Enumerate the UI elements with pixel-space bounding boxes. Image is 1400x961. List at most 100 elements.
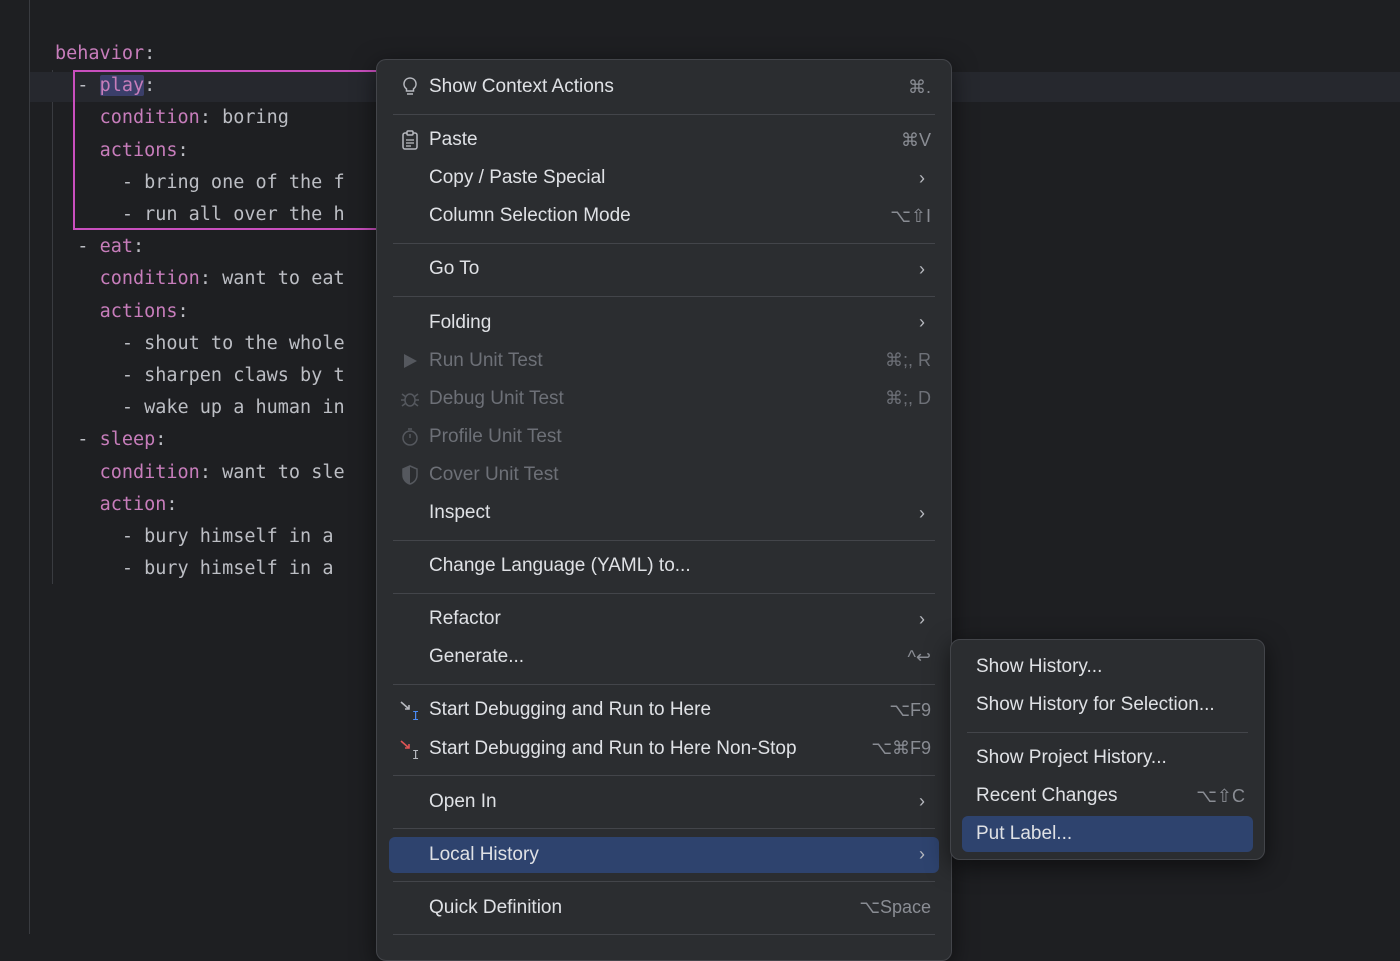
code-line[interactable]: behavior: (55, 38, 155, 70)
chevron-right-icon: › (919, 844, 925, 865)
chevron-right-icon: › (919, 502, 925, 523)
yaml-key: condition (99, 268, 200, 290)
colon: : (132, 236, 145, 258)
yaml-key: condition (99, 107, 200, 129)
chevron-right-icon: › (919, 608, 925, 629)
yaml-value: want to sle (210, 461, 345, 483)
yaml-value: shout to the whole (144, 332, 345, 354)
menu-item-label: Open In (429, 790, 497, 812)
svg-text:I: I (412, 709, 419, 721)
code-line[interactable]: action: (55, 489, 178, 521)
code-line[interactable]: condition: want to eat (55, 263, 345, 295)
menu-item-generate[interactable]: Generate... ^↩ (389, 639, 939, 675)
submenu-item-label: Show History for Selection... (976, 694, 1215, 716)
yaml-value: run all over the h (144, 204, 345, 225)
menu-item-start-debugging-and-run-to-here-non-stop[interactable]: I Start Debugging and Run to Here Non-Sto… (389, 731, 939, 767)
menu-item-start-debugging-and-run-to-here[interactable]: I Start Debugging and Run to Here ⌥F9 (389, 692, 939, 728)
submenu-item-put-label[interactable]: Put Label... (962, 816, 1253, 853)
menu-item-label: Start Debugging and Run to Here (429, 699, 712, 721)
yaml-key: actions (99, 139, 178, 161)
yaml-key: action (99, 493, 167, 515)
code-line[interactable]: - bury himself in a (55, 553, 334, 585)
yaml-key: sleep (99, 429, 156, 451)
menu-item-label: Start Debugging and Run to Here Non-Stop (429, 737, 797, 759)
menu-item-column-selection-mode[interactable]: Column Selection Mode ⌥⇧I (389, 198, 939, 234)
menu-item-run-unit-test: Run Unit Test ⌘;, R (389, 343, 939, 379)
colon: : (199, 461, 211, 483)
menu-item-quick-definition[interactable]: Quick Definition ⌥Space (389, 890, 939, 926)
code-line[interactable]: - shout to the whole (55, 328, 345, 360)
menu-item-local-history[interactable]: Local History › (389, 836, 939, 873)
chevron-right-icon: › (919, 167, 925, 188)
colon: : (144, 75, 156, 97)
colon: : (155, 429, 167, 451)
yaml-key: actions (99, 300, 178, 322)
menu-item-show-context-actions[interactable]: Show Context Actions ⌘. (389, 69, 939, 105)
clipboard-icon (399, 122, 421, 158)
submenu-item-label: Show History... (976, 656, 1103, 677)
list-dash: - (121, 526, 145, 547)
list-dash: - (121, 171, 145, 193)
local-history-submenu: Show History... Show History for Selectio… (950, 639, 1265, 860)
code-line[interactable]: actions: (55, 135, 189, 167)
run-to-cursor-nonstop-icon: I (399, 731, 421, 767)
menu-item-label: Run Unit Test (429, 349, 543, 371)
code-line[interactable]: condition: want to sle (55, 457, 345, 489)
code-line[interactable]: condition: boring (55, 102, 289, 134)
submenu-item-label: Put Label... (976, 823, 1073, 845)
menu-separator (393, 881, 935, 883)
menu-item-label: Debug Unit Test (429, 387, 564, 409)
submenu-item-show-history[interactable]: Show History... (962, 649, 1253, 685)
submenu-item-recent-changes[interactable]: Recent Changes ⌥⇧C (962, 778, 1253, 814)
menu-item-change-language-yaml-to[interactable]: Change Language (YAML) to... (389, 548, 939, 584)
submenu-item-show-project-history[interactable]: Show Project History... (962, 740, 1253, 776)
code-line[interactable]: - bury himself in a (55, 521, 334, 553)
code-line[interactable]: - run all over the h (55, 199, 345, 231)
run-icon (399, 343, 421, 379)
menu-item-label: Column Selection Mode (429, 205, 631, 227)
menu-item-label: Quick Definition (429, 896, 563, 918)
list-dash: - (121, 204, 145, 225)
menu-item-refactor[interactable]: Refactor › (389, 601, 939, 637)
lightbulb-icon (399, 69, 421, 105)
code-line[interactable]: - bring one of the f (55, 167, 345, 199)
menu-item-folding[interactable]: Folding › (389, 305, 939, 341)
submenu-item-show-history-for-selection[interactable]: Show History for Selection... (962, 687, 1253, 723)
colon: : (166, 493, 178, 515)
code-line[interactable]: - wake up a human in (55, 392, 345, 424)
code-line[interactable]: - play: (55, 70, 155, 102)
menu-item-go-to[interactable]: Go To › (389, 251, 939, 287)
run-to-cursor-icon: I (399, 692, 421, 728)
menu-item-open-in[interactable]: Open In › (389, 784, 939, 820)
menu-item-paste[interactable]: Paste ⌘V (389, 122, 939, 158)
colon: : (177, 300, 189, 322)
shortcut-hint: ⌘V (900, 129, 931, 150)
stopwatch-icon (399, 419, 421, 455)
menu-item-label: Folding (429, 311, 492, 333)
menu-item-inspect[interactable]: Inspect › (389, 495, 939, 531)
yaml-value: wake up a human in (144, 397, 345, 419)
menu-item-copy-paste-special[interactable]: Copy / Paste Special › (389, 160, 939, 196)
code-line[interactable]: - eat: (55, 231, 144, 263)
svg-text:I: I (412, 748, 419, 760)
shortcut-hint: ⌥⇧C (1196, 785, 1245, 806)
yaml-value: want to eat (210, 268, 345, 290)
menu-separator (393, 592, 935, 594)
list-dash: - (121, 397, 145, 419)
colon: : (177, 139, 189, 161)
submenu-item-label: Show Project History... (976, 747, 1167, 769)
bug-icon (399, 381, 421, 417)
context-menu: Show Context Actions ⌘. Paste ⌘V Copy / Past… (376, 59, 952, 961)
list-dash: - (77, 236, 100, 258)
menu-item-label: Paste (429, 129, 478, 151)
yaml-value: boring (210, 107, 289, 129)
menu-item-label: Refactor (429, 608, 501, 630)
code-line[interactable]: actions: (55, 296, 189, 328)
list-dash: - (121, 332, 145, 354)
code-line[interactable]: - sleep: (55, 424, 166, 456)
menu-separator (393, 539, 935, 541)
menu-item-label: Generate... (429, 646, 525, 668)
menu-item-label: Profile Unit Test (429, 425, 562, 447)
yaml-key: condition (99, 461, 200, 483)
code-line[interactable]: - sharpen claws by t (55, 360, 345, 392)
